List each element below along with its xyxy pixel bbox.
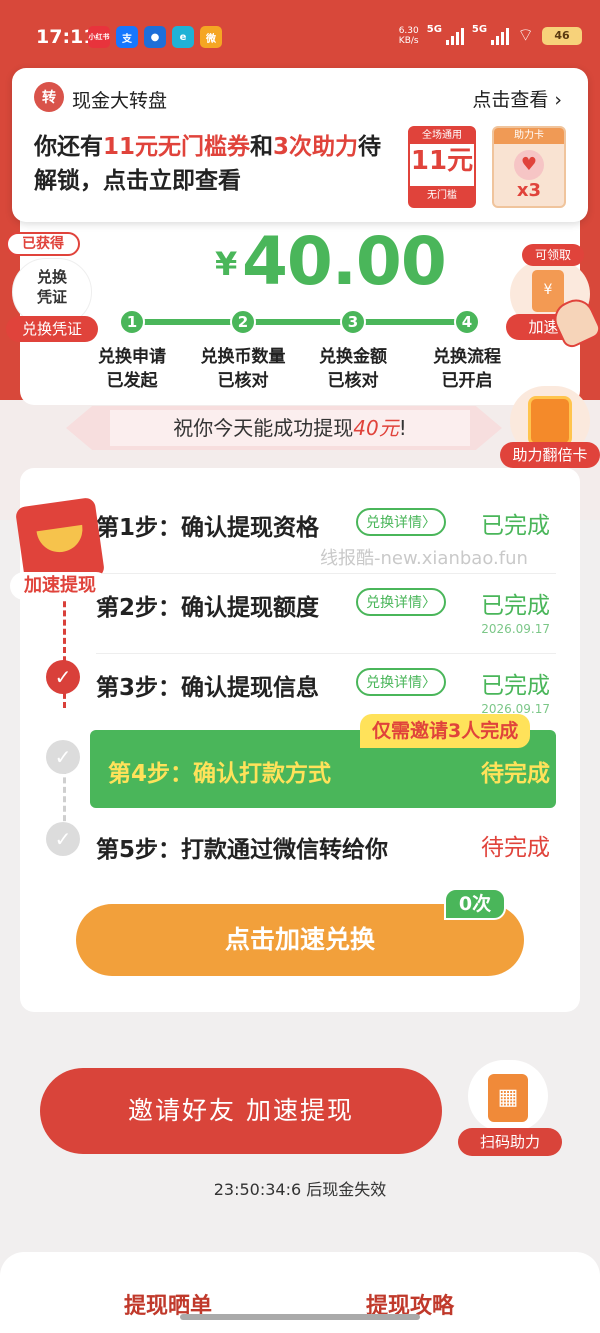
home-indicator[interactable]: [180, 1314, 420, 1320]
step-label-1: 兑换申请 已发起: [98, 347, 166, 391]
step-title: 第4步：确认打款方式: [108, 761, 332, 787]
double-card-badge[interactable]: 助力翻倍卡: [500, 386, 600, 470]
view-link[interactable]: 点击查看 ›: [472, 85, 562, 112]
wifi-icon: ⌔: [517, 25, 534, 46]
step-status: 已完成: [481, 513, 550, 539]
voucher-button[interactable]: 兑换凭证: [6, 316, 98, 342]
currency-symbol: ¥: [215, 245, 238, 283]
invite-friends-button[interactable]: 邀请好友 加速提现: [40, 1068, 442, 1154]
watermark: 线报酷-new.xianbao.fun: [320, 548, 528, 569]
step-title: 第1步：确认提现资格: [96, 515, 320, 541]
weibo-icon: 微: [200, 26, 222, 48]
alipay-icon: 支: [116, 26, 138, 48]
steps-progress-line: [132, 319, 480, 325]
count-badge: 0次: [444, 888, 506, 920]
step-label-3: 兑换金额 已核对: [319, 347, 387, 391]
step-status: 待完成: [481, 761, 550, 787]
withdraw-amount: 40.00: [242, 223, 447, 300]
browser-icon: e: [172, 26, 194, 48]
help-card: 助力卡 ♥ x3: [492, 126, 566, 208]
step-title: 第5步：打款通过微信转给你: [96, 837, 389, 863]
coupon-card: 全场通用 11元 无门槛: [408, 126, 476, 208]
wheel-icon: 转: [34, 82, 64, 112]
network-speed: 6.30 KB/s: [399, 26, 419, 46]
step-status: 待完成: [481, 835, 550, 861]
step-dot-2: 2: [230, 309, 256, 335]
amount-card: ¥ 40.00 1 2 3 4 兑换申请 已发起 兑换币数量 已核对 兑换金额 已核对…: [20, 205, 580, 405]
speed-withdraw-button[interactable]: 加速提现: [10, 572, 110, 600]
notice-title: 现金大转盘: [72, 90, 168, 112]
step-title: 第2步：确认提现额度: [96, 595, 320, 621]
voucher-badge[interactable]: 兑换 凭证 已获得 兑换凭证: [6, 232, 98, 342]
wish-banner: 祝你今天能成功提现40元!: [110, 410, 470, 446]
notification-apps: 小红书 支 ● e 微: [88, 26, 222, 48]
double-card-icon: [528, 396, 572, 446]
bottom-card: 提现晒单 提现攻略: [0, 1252, 600, 1333]
battery-icon: 46: [542, 26, 582, 45]
speed-unit: KB/s: [398, 35, 419, 46]
step-date: 2026.09.17: [481, 622, 550, 636]
invite-tip: 仅需邀请3人完成: [360, 714, 531, 748]
step-row-5: 第5步：打款通过微信转给你 待完成: [20, 816, 580, 896]
pending-check-icon: ✓: [46, 740, 80, 774]
claimable-tag: 可领取: [522, 244, 584, 266]
step-label-2: 兑换币数量 已核对: [200, 347, 286, 391]
obtained-tag: 已获得: [6, 232, 80, 256]
detail-button[interactable]: 兑换详情〉: [356, 508, 446, 536]
step-dot-3: 3: [340, 309, 366, 335]
detail-button[interactable]: 兑换详情〉: [356, 668, 446, 696]
penguin-icon: ●: [144, 26, 166, 48]
signal-icon-2: [491, 27, 510, 45]
speed-value: 6.30: [398, 25, 419, 36]
heart-icon: ♥: [514, 150, 544, 180]
speed-withdraw-float[interactable]: 加速提现: [10, 496, 110, 602]
network-type-1: 5G: [426, 24, 442, 35]
step-status: 已完成: [481, 593, 550, 619]
double-card-button[interactable]: 助力翻倍卡: [500, 442, 600, 468]
detail-button[interactable]: 兑换详情〉: [356, 588, 446, 616]
status-bar: 17:11 小红书 支 ● e 微 6.30 KB/s 5G 5G ⌔ 46: [0, 0, 600, 70]
step-dot-1: 1: [119, 309, 145, 335]
countdown-text: 23:50:34:6 后现金失效: [213, 1180, 387, 1199]
signal-icon: [445, 27, 464, 45]
xiaohongshu-icon: 小红书: [88, 26, 110, 48]
network-type-2: 5G: [471, 24, 488, 35]
qr-code-icon: ▦: [488, 1074, 528, 1122]
step-title: 第3步：确认提现信息: [96, 675, 320, 701]
lucky-wheel-notification[interactable]: 转 现金大转盘 点击查看 › 你还有11元无门槛券和3次助力待解锁，点击立即查看…: [12, 68, 588, 222]
status-indicators: 6.30 KB/s 5G 5G ⌔ 46: [399, 24, 582, 47]
notice-body: 你还有11元无门槛券和3次助力待解锁，点击立即查看: [34, 134, 382, 194]
step-dot-4: 4: [454, 309, 480, 335]
scan-help-button[interactable]: 扫码助力: [458, 1128, 562, 1156]
step-status: 已完成: [481, 673, 550, 699]
